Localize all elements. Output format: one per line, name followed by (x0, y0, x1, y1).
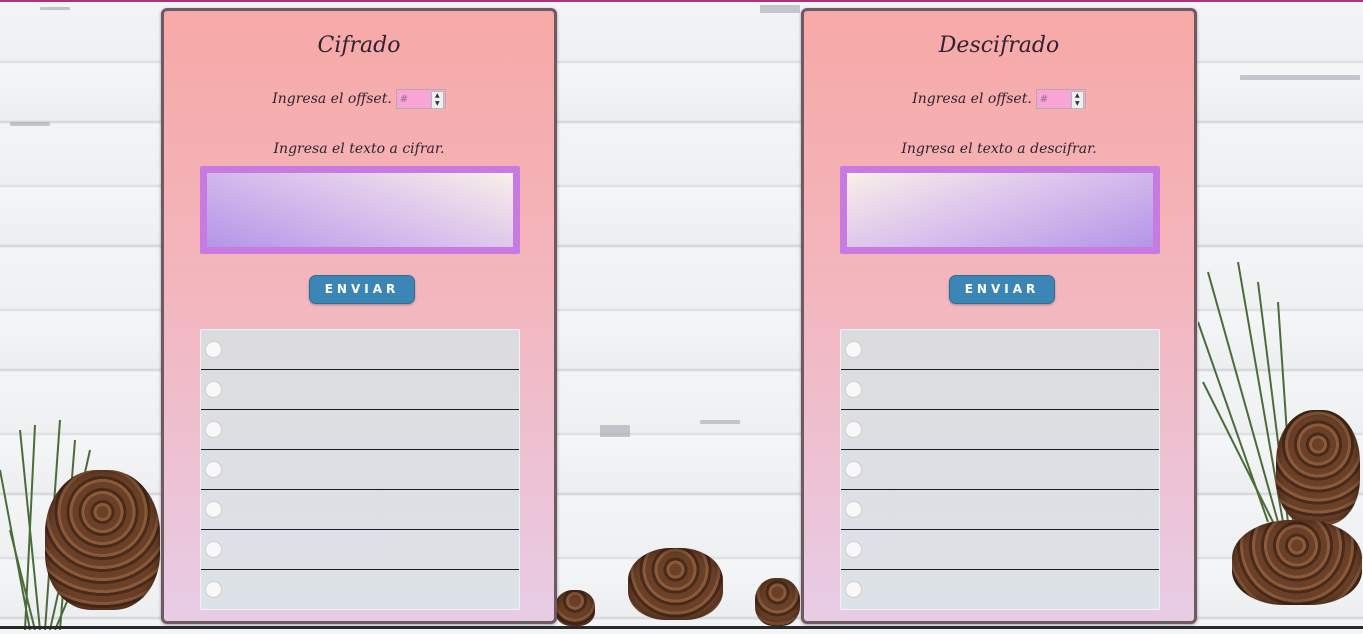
list-item[interactable] (841, 330, 1159, 370)
radio-circle-icon[interactable] (845, 341, 862, 358)
radio-circle-icon[interactable] (205, 501, 222, 518)
top-border (0, 0, 1363, 2)
list-item[interactable] (201, 370, 519, 410)
list-item[interactable] (841, 450, 1159, 490)
cipher-offset-input[interactable]: # ▲ ▼ (395, 89, 446, 109)
cipher-offset-label: Ingresa el offset. (272, 91, 392, 107)
list-item[interactable] (201, 530, 519, 570)
decipher-offset-row: Ingresa el offset. # ▲ ▼ (804, 89, 1194, 109)
list-item[interactable] (841, 490, 1159, 530)
cipher-offset-placeholder: # (399, 93, 409, 105)
decipher-title: Descifrado (938, 33, 1060, 58)
radio-circle-icon[interactable] (845, 381, 862, 398)
decipher-offset-input[interactable]: # ▲ ▼ (1035, 89, 1086, 109)
pine-cone-small-right (755, 578, 800, 626)
wood-speck (10, 122, 50, 126)
wood-speck (1240, 75, 1360, 80)
decipher-offset-label: Ingresa el offset. (912, 91, 1032, 107)
list-item[interactable] (201, 490, 519, 530)
wood-speck (760, 5, 800, 13)
radio-circle-icon[interactable] (205, 421, 222, 438)
radio-circle-icon[interactable] (205, 461, 222, 478)
wood-speck (700, 420, 740, 424)
radio-circle-icon[interactable] (845, 541, 862, 558)
list-item[interactable] (841, 370, 1159, 410)
decipher-text-label: Ingresa el texto a descifrar. (901, 141, 1097, 157)
pine-cone-right-upper (1276, 410, 1360, 525)
radio-circle-icon[interactable] (205, 381, 222, 398)
cipher-results-list (200, 329, 520, 610)
decipher-results-list (840, 329, 1160, 610)
wood-speck (600, 425, 630, 437)
up-down-arrows-icon[interactable]: ▲ ▼ (430, 91, 444, 109)
list-item[interactable] (201, 330, 519, 370)
decipher-offset-placeholder: # (1039, 93, 1049, 105)
pine-cone-left (45, 470, 160, 610)
list-item[interactable] (201, 450, 519, 490)
list-item[interactable] (201, 410, 519, 450)
cipher-panel: Cifrado Ingresa el offset. # ▲ ▼ Ingresa … (161, 8, 557, 624)
pine-cone-middle (628, 548, 723, 620)
radio-circle-icon[interactable] (205, 541, 222, 558)
cipher-offset-row: Ingresa el offset. # ▲ ▼ (164, 89, 554, 109)
radio-circle-icon[interactable] (845, 461, 862, 478)
pine-cone-right-lower (1232, 520, 1362, 605)
radio-circle-icon[interactable] (845, 501, 862, 518)
radio-circle-icon[interactable] (205, 341, 222, 358)
decipher-submit-button[interactable]: ENVIAR (949, 275, 1055, 304)
decipher-panel: Descifrado Ingresa el offset. # ▲ ▼ Ingre… (801, 8, 1197, 624)
up-down-arrows-icon[interactable]: ▲ ▼ (1070, 91, 1084, 109)
cipher-text-input[interactable] (200, 166, 520, 254)
cipher-title: Cifrado (317, 33, 401, 58)
decipher-text-input[interactable] (840, 166, 1160, 254)
radio-circle-icon[interactable] (205, 581, 222, 598)
radio-circle-icon[interactable] (845, 421, 862, 438)
radio-circle-icon[interactable] (845, 581, 862, 598)
list-item[interactable] (841, 570, 1159, 610)
list-item[interactable] (841, 410, 1159, 450)
wood-speck (40, 7, 70, 10)
list-item[interactable] (201, 570, 519, 610)
pine-cone-small-left (555, 590, 595, 626)
cipher-text-label: Ingresa el texto a cifrar. (273, 141, 445, 157)
cipher-submit-button[interactable]: ENVIAR (309, 275, 415, 304)
list-item[interactable] (841, 530, 1159, 570)
